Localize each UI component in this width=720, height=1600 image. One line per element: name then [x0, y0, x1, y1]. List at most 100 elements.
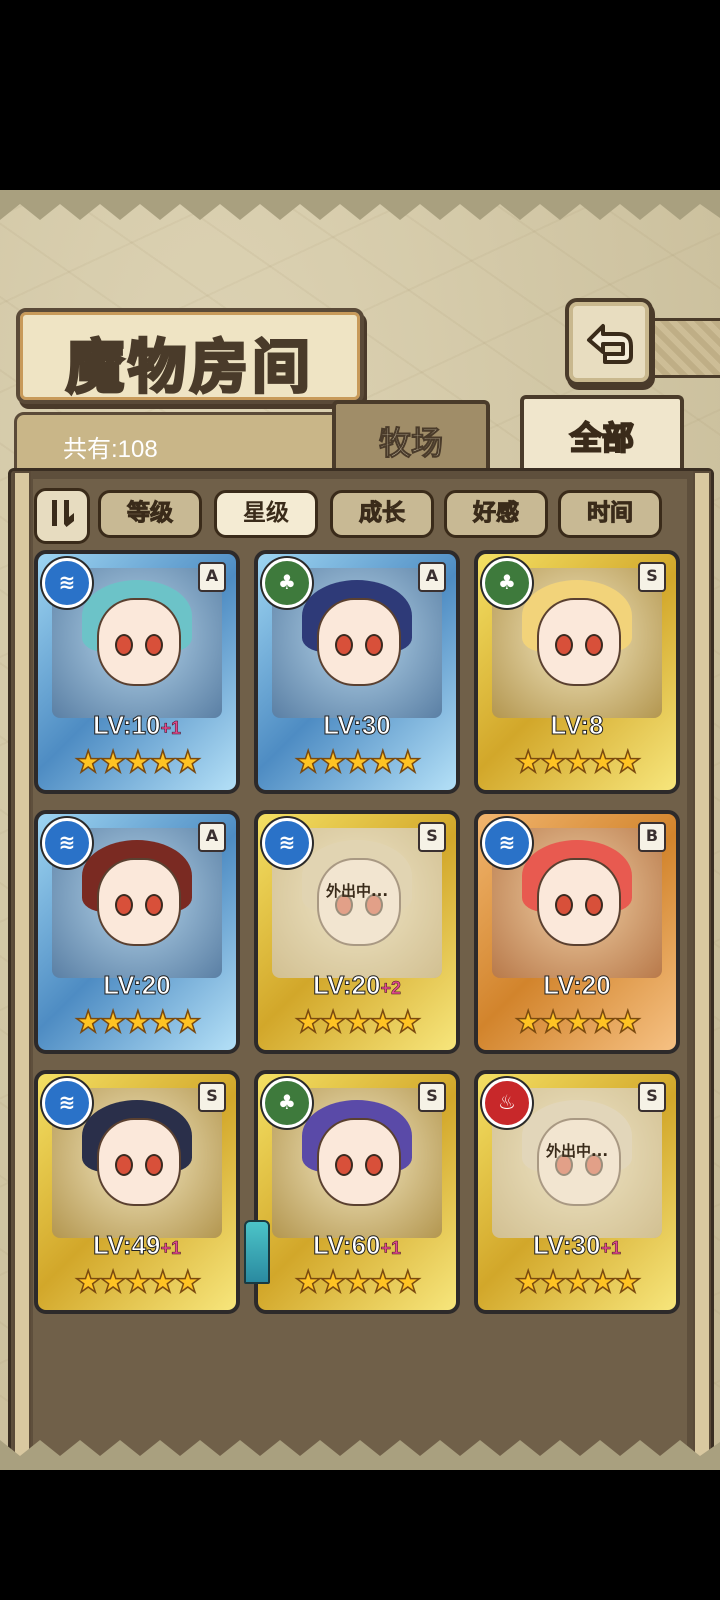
monster-level: LV:30: [254, 710, 460, 741]
element-nature-icon: ♣: [262, 1078, 312, 1128]
monster-face: [317, 1118, 401, 1206]
level-bonus: +1: [160, 1238, 181, 1259]
star-rating: ★★★★★: [294, 1005, 422, 1041]
monster-level: LV:20: [34, 970, 240, 1001]
panel-rail-left: [13, 471, 31, 1470]
sort-growth-button[interactable]: 成长: [330, 490, 434, 538]
back-button[interactable]: [565, 298, 653, 386]
star-rating: ★★★★★: [294, 745, 422, 781]
away-status: 外出中...: [545, 1142, 609, 1160]
monster-eye: [145, 1154, 163, 1176]
monster-eye: [585, 894, 603, 916]
element-water-icon: ≋: [262, 818, 312, 868]
monster-level: LV:20: [474, 970, 680, 1001]
tab-farm-label: 牧场: [378, 424, 443, 463]
away-status: 外出中...: [325, 882, 389, 900]
sort-time-button[interactable]: 时间: [558, 490, 662, 538]
monster-eye: [365, 1154, 383, 1176]
rank-badge: S: [638, 562, 666, 592]
level-bonus: +1: [380, 1238, 401, 1259]
rank-badge: A: [198, 822, 226, 852]
level-value: LV:10: [93, 710, 161, 741]
sort-order-icon: [52, 500, 74, 527]
level-value: LV:30: [533, 1230, 601, 1261]
sort-affection-button[interactable]: 好感: [444, 490, 548, 538]
level-bonus: +1: [600, 1238, 621, 1259]
monster-count-bar: 共有:108: [14, 412, 350, 476]
sort-time-label: 时间: [587, 500, 634, 527]
monster-eye: [585, 634, 603, 656]
monster-face: [537, 858, 621, 946]
sort-order-toggle[interactable]: [34, 488, 90, 544]
level-value: LV:20: [313, 970, 381, 1001]
monster-eye: [555, 634, 573, 656]
monster-eye: [335, 634, 353, 656]
element-water-icon: ≋: [42, 1078, 92, 1128]
rank-badge: A: [418, 562, 446, 592]
monster-eye: [115, 894, 133, 916]
sort-affection-label: 好感: [473, 500, 520, 527]
level-value: LV:20: [103, 970, 171, 1001]
monster-card[interactable]: ≋ S LV:49+1 ★★★★★: [34, 1070, 240, 1314]
bottom-torn-edge: [0, 1440, 720, 1470]
monster-count: 共有:108: [63, 436, 158, 463]
star-rating: ★★★★★: [514, 745, 642, 781]
monster-card[interactable]: ♣ S LV:60+1 ★★★★★: [244, 1070, 460, 1314]
sort-bar: 等级 星级 成长 好感 时间: [34, 488, 674, 544]
monster-eye: [145, 634, 163, 656]
monster-card[interactable]: ♣ S LV:8 ★★★★★: [474, 550, 680, 794]
rank-badge: S: [418, 822, 446, 852]
monster-level: LV:49+1: [34, 1230, 240, 1261]
monster-eye: [555, 894, 573, 916]
monster-level: LV:60+1: [254, 1230, 460, 1261]
monster-face: [97, 1118, 181, 1206]
rank-badge: B: [638, 822, 666, 852]
star-rating: ★★★★★: [74, 745, 202, 781]
monster-card[interactable]: ≋ A LV:10+1 ★★★★★: [34, 550, 240, 794]
star-rating: ★★★★★: [294, 1265, 422, 1301]
monster-level: LV:10+1: [34, 710, 240, 741]
element-nature-icon: ♣: [482, 558, 532, 608]
sword-icon: [244, 1220, 270, 1284]
panel-rail-right: [693, 471, 711, 1470]
monster-card[interactable]: ♣ A LV:30 ★★★★★: [254, 550, 460, 794]
monster-card[interactable]: ≋ A LV:20 ★★★★★: [34, 810, 240, 1054]
monster-face: [317, 598, 401, 686]
page-title: 魔物房间: [64, 332, 314, 403]
monster-level: LV:20+2: [254, 970, 460, 1001]
monster-card[interactable]: ≋ B LV:20 ★★★★★: [474, 810, 680, 1054]
monster-card[interactable]: 外出中... ♨ S LV:30+1 ★★★★★: [474, 1070, 680, 1314]
monster-level: LV:8: [474, 710, 680, 741]
top-torn-edge: [0, 190, 720, 220]
rank-badge: A: [198, 562, 226, 592]
monster-eye: [115, 634, 133, 656]
back-arrow-icon: [587, 324, 633, 364]
tab-farm[interactable]: 牧场: [332, 400, 490, 474]
tab-all[interactable]: 全部: [520, 395, 684, 477]
sort-level-button[interactable]: 等级: [98, 490, 202, 538]
element-nature-icon: ♣: [262, 558, 312, 608]
monster-face: [537, 598, 621, 686]
sort-growth-label: 成长: [359, 500, 406, 527]
element-fire-icon: ♨: [482, 1078, 532, 1128]
element-water-icon: ≋: [42, 558, 92, 608]
star-rating: ★★★★★: [74, 1265, 202, 1301]
element-water-icon: ≋: [42, 818, 92, 868]
sort-level-label: 等级: [127, 500, 174, 527]
rank-badge: S: [418, 1082, 446, 1112]
sort-stars-button[interactable]: 星级: [214, 490, 318, 538]
monster-eye: [145, 894, 163, 916]
star-rating: ★★★★★: [514, 1265, 642, 1301]
monster-eye: [365, 634, 383, 656]
tab-all-label: 全部: [569, 418, 635, 458]
level-bonus: +1: [160, 718, 181, 739]
monster-room-screen: 魔物房间 共有:108 牧场 全部 等级 星级 成长 好感 时间 ≋ A LV:…: [0, 190, 720, 1470]
monster-card[interactable]: 外出中... ≋ S LV:20+2 ★★★★★: [254, 810, 460, 1054]
level-value: LV:30: [323, 710, 391, 741]
title-plate: 魔物房间: [16, 308, 364, 404]
level-value: LV:60: [313, 1230, 381, 1261]
rank-badge: S: [638, 1082, 666, 1112]
monster-level: LV:30+1: [474, 1230, 680, 1261]
rank-badge: S: [198, 1082, 226, 1112]
monster-eye: [115, 1154, 133, 1176]
